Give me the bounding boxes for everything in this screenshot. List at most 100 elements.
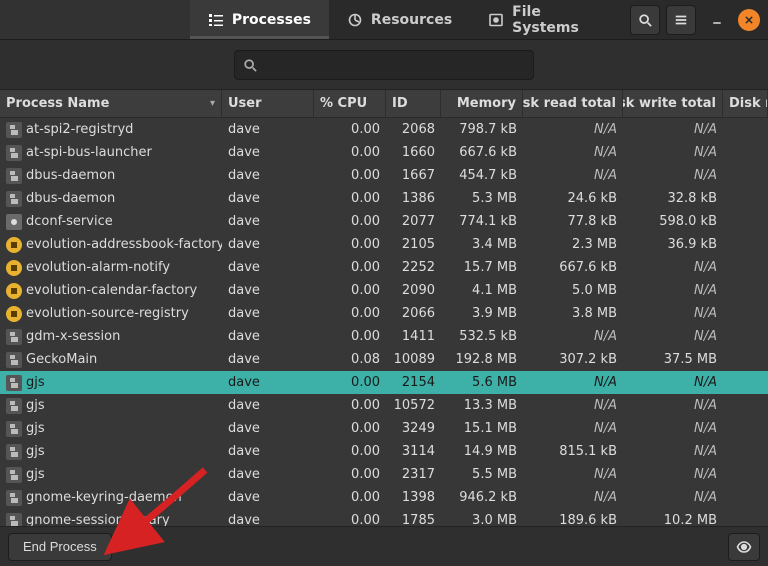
col-header-user[interactable]: User — [222, 90, 314, 117]
tab-processes[interactable]: Processes — [190, 0, 329, 39]
table-row[interactable]: gjsdave0.00324915.1 MBN/AN/A — [0, 417, 768, 440]
process-name-text: gjs — [26, 375, 45, 390]
table-row[interactable]: gjsdave0.0023175.5 MBN/AN/A — [0, 463, 768, 486]
footer: End Process — [0, 526, 768, 566]
col-header-memory[interactable]: Memory — [441, 90, 523, 117]
table-cell: 37.5 MB — [623, 348, 723, 371]
table-cell — [723, 486, 768, 509]
process-icon — [6, 444, 22, 460]
table-row[interactable]: dbus-daemondave0.001667454.7 kBN/AN/A — [0, 164, 768, 187]
process-name-text: evolution-source-registry — [26, 306, 189, 321]
processes-icon — [208, 12, 224, 28]
table-row[interactable]: gnome-keyring-daemondave0.001398946.2 kB… — [0, 486, 768, 509]
cell-process-name: gdm-x-session — [0, 325, 222, 348]
table-row[interactable]: dbus-daemondave0.0013865.3 MB24.6 kB32.8… — [0, 187, 768, 210]
table-cell: 15.7 MB — [441, 256, 523, 279]
col-header-id[interactable]: ID — [386, 90, 441, 117]
process-icon — [6, 237, 22, 253]
table-body[interactable]: at-spi2-registryddave0.002068798.7 kBN/A… — [0, 118, 768, 526]
table-cell — [723, 256, 768, 279]
table-cell: 0.00 — [314, 210, 386, 233]
table-row[interactable]: evolution-addressbook-factorydave0.00210… — [0, 233, 768, 256]
table-cell: 77.8 kB — [523, 210, 623, 233]
table-cell: dave — [222, 325, 314, 348]
col-header-cpu[interactable]: % CPU — [314, 90, 386, 117]
cell-process-name: gjs — [0, 394, 222, 417]
table-cell: N/A — [623, 371, 723, 394]
table-row[interactable]: at-spi2-registryddave0.002068798.7 kBN/A… — [0, 118, 768, 141]
table-cell: dave — [222, 371, 314, 394]
table-cell: 3249 — [386, 417, 441, 440]
table-cell — [723, 463, 768, 486]
table-row[interactable]: GeckoMaindave0.0810089192.8 MB307.2 kB37… — [0, 348, 768, 371]
table-cell — [723, 302, 768, 325]
col-header-disk-read-total[interactable]: Disk read total — [523, 90, 623, 117]
col-header-process-name[interactable]: Process Name ▾ — [0, 90, 222, 117]
table-row[interactable]: at-spi-bus-launcherdave0.001660667.6 kBN… — [0, 141, 768, 164]
table-cell: 0.00 — [314, 256, 386, 279]
end-process-button[interactable]: End Process — [8, 533, 112, 561]
search-box[interactable] — [234, 50, 534, 80]
hamburger-menu-button[interactable] — [666, 5, 696, 35]
table-cell: 454.7 kB — [441, 164, 523, 187]
minimize-button[interactable] — [702, 5, 732, 35]
table-row[interactable]: evolution-alarm-notifydave0.00225215.7 M… — [0, 256, 768, 279]
process-name-text: gnome-session-binary — [26, 513, 170, 526]
show-details-button[interactable] — [728, 533, 760, 561]
col-header-disk-write-total[interactable]: Disk write total — [623, 90, 723, 117]
table-cell: 3.4 MB — [441, 233, 523, 256]
table-row[interactable]: gjsdave0.001057213.3 MBN/AN/A — [0, 394, 768, 417]
close-button[interactable] — [738, 9, 760, 31]
tab-resources[interactable]: Resources — [329, 0, 470, 39]
table-cell: 2317 — [386, 463, 441, 486]
table-row[interactable]: gdm-x-sessiondave0.001411532.5 kBN/AN/A — [0, 325, 768, 348]
search-toggle-button[interactable] — [630, 5, 660, 35]
process-icon — [6, 260, 22, 276]
cell-process-name: gjs — [0, 417, 222, 440]
process-name-text: evolution-alarm-notify — [26, 260, 170, 275]
table-cell: N/A — [623, 279, 723, 302]
table-cell: 307.2 kB — [523, 348, 623, 371]
process-icon — [6, 214, 22, 230]
table-cell: N/A — [623, 118, 723, 141]
table-cell: 0.00 — [314, 325, 386, 348]
table-cell: 0.00 — [314, 187, 386, 210]
table-cell — [723, 187, 768, 210]
table-cell: N/A — [523, 394, 623, 417]
table-cell: 0.00 — [314, 417, 386, 440]
process-table: Process Name ▾ User % CPU ID Memory Disk… — [0, 90, 768, 526]
table-cell: 1667 — [386, 164, 441, 187]
process-name-text: gjs — [26, 398, 45, 413]
table-row[interactable]: evolution-calendar-factorydave0.0020904.… — [0, 279, 768, 302]
process-name-text: gjs — [26, 421, 45, 436]
table-cell: 532.5 kB — [441, 325, 523, 348]
table-cell: 4.1 MB — [441, 279, 523, 302]
table-cell — [723, 164, 768, 187]
table-cell: N/A — [523, 141, 623, 164]
table-cell: N/A — [523, 164, 623, 187]
table-cell: dave — [222, 394, 314, 417]
table-cell: 5.5 MB — [441, 463, 523, 486]
process-icon — [6, 168, 22, 184]
process-icon — [6, 467, 22, 483]
table-cell: N/A — [623, 302, 723, 325]
sort-indicator-icon: ▾ — [210, 98, 215, 109]
search-input[interactable] — [263, 57, 525, 72]
table-cell: 946.2 kB — [441, 486, 523, 509]
table-row[interactable]: evolution-source-registrydave0.0020663.9… — [0, 302, 768, 325]
table-cell: N/A — [623, 394, 723, 417]
table-row[interactable]: gnome-session-binarydave0.0017853.0 MB18… — [0, 509, 768, 526]
col-header-disk-read-rate[interactable]: Disk r — [723, 90, 768, 117]
tab-filesystems[interactable]: File Systems — [470, 0, 630, 39]
table-cell — [723, 325, 768, 348]
table-cell — [723, 440, 768, 463]
table-cell: 667.6 kB — [441, 141, 523, 164]
table-row[interactable]: gjsdave0.00311414.9 MB815.1 kBN/A — [0, 440, 768, 463]
process-icon — [6, 122, 22, 138]
table-cell: dave — [222, 486, 314, 509]
table-row[interactable]: gjsdave0.0021545.6 MBN/AN/A — [0, 371, 768, 394]
table-row[interactable]: dconf-servicedave0.002077774.1 kB77.8 kB… — [0, 210, 768, 233]
table-cell: dave — [222, 440, 314, 463]
table-cell — [723, 141, 768, 164]
table-cell: dave — [222, 302, 314, 325]
